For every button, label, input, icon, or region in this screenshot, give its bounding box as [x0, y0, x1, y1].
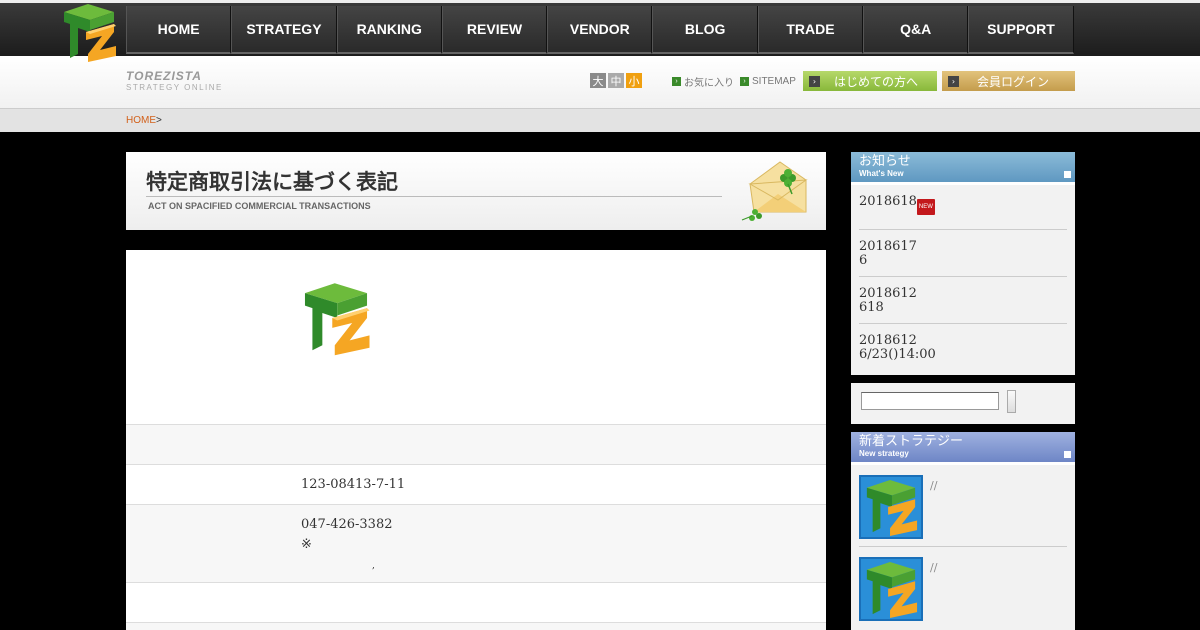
sitemap-link[interactable]: › SITEMAP	[740, 74, 796, 89]
news-item[interactable]: 2018617 6	[859, 230, 1067, 277]
favorites-label: お気に入り	[684, 78, 734, 89]
top-nav-bar: HOME STRATEGY RANKING REVIEW VENDOR BLOG…	[0, 0, 1200, 56]
news-header: お知らせ What's New	[851, 152, 1075, 185]
new-strategy-panel: 新着ストラテジー New strategy // //	[851, 432, 1075, 630]
new-strategy-subtitle: New strategy	[859, 449, 909, 458]
page-title: 特定商取引法に基づく表記	[146, 170, 398, 194]
nav-review[interactable]: REVIEW	[441, 6, 548, 54]
first-time-button[interactable]: › はじめての方へ	[803, 71, 937, 91]
news-date: 2018612	[859, 333, 917, 348]
font-size-small-button[interactable]: 小	[626, 73, 642, 88]
envelope-clover-icon	[741, 161, 808, 221]
breadcrumb: HOME>	[126, 115, 162, 126]
news-text: 6	[859, 253, 868, 268]
search-panel	[851, 383, 1075, 424]
arrow-right-icon: ›	[948, 75, 959, 87]
main-nav: HOME STRATEGY RANKING REVIEW VENDOR BLOG…	[126, 6, 1074, 56]
site-logo[interactable]	[60, 2, 118, 62]
news-subtitle: What's New	[859, 169, 904, 178]
utility-links: › お気に入り › SITEMAP	[672, 74, 796, 89]
title-divider	[146, 196, 722, 197]
new-strategy-header: 新着ストラテジー New strategy	[851, 432, 1075, 465]
sitemap-label: SITEMAP	[752, 76, 796, 87]
page-subtitle: ACT ON SPACIFIED COMMERCIAL TRANSACTIONS	[148, 201, 371, 211]
nav-ranking[interactable]: RANKING	[336, 6, 442, 54]
news-item[interactable]: 2018618 NEW	[859, 185, 1067, 230]
search-input[interactable]	[861, 392, 999, 410]
member-login-label: 会員ログイン	[977, 74, 1050, 89]
detail-value-phone: 047-426-3382	[301, 517, 393, 532]
news-date: 2018617	[859, 239, 917, 254]
strategy-thumbnail[interactable]	[859, 475, 923, 539]
nav-vendor[interactable]: VENDOR	[547, 6, 653, 54]
detail-row-5	[126, 622, 826, 630]
breadcrumb-bar: HOME>	[0, 108, 1200, 132]
arrow-right-icon: ›	[740, 77, 749, 86]
favorites-link[interactable]: › お気に入り	[672, 74, 734, 89]
arrow-right-icon: ›	[672, 77, 681, 86]
news-title: お知らせ	[859, 154, 911, 169]
new-badge: NEW	[916, 199, 935, 215]
news-date: 2018612	[859, 286, 917, 301]
news-text: 618	[859, 300, 884, 315]
nav-qa[interactable]: Q&A	[863, 6, 969, 54]
main-content: 123-08413-7-11 047-426-3382 ※ ,	[126, 250, 826, 630]
member-login-button[interactable]: › 会員ログイン	[942, 71, 1075, 91]
nav-strategy[interactable]: STRATEGY	[231, 6, 337, 54]
font-size-switcher: 大 中 小	[590, 73, 642, 88]
page-title-banner: 特定商取引法に基づく表記 ACT ON SPACIFIED COMMERCIAL…	[126, 152, 826, 230]
search-button[interactable]	[1007, 390, 1016, 413]
strategy-meta: //	[930, 479, 938, 492]
news-item[interactable]: 2018612 6/23()14:00	[859, 324, 1067, 370]
first-time-label: はじめての方へ	[834, 74, 919, 89]
detail-row-3: 047-426-3382 ※ ,	[126, 504, 826, 582]
brand[interactable]: TOREZISTA STRATEGY ONLINE	[126, 69, 223, 92]
detail-note-text: ,	[372, 561, 375, 571]
detail-note-mark: ※	[301, 537, 312, 552]
new-strategy-title: 新着ストラテジー	[859, 434, 964, 449]
detail-value-address: 123-08413-7-11	[301, 477, 406, 492]
font-size-large-button[interactable]: 大	[590, 73, 606, 88]
news-date: 2018618	[859, 194, 917, 209]
font-size-medium-button[interactable]: 中	[608, 73, 624, 88]
news-item[interactable]: 2018612 618	[859, 277, 1067, 324]
breadcrumb-separator: >	[156, 115, 162, 126]
square-icon	[1064, 171, 1071, 178]
brand-name: TOREZISTA	[126, 69, 202, 83]
news-text: 6/23()14:00	[859, 347, 936, 362]
strategy-logo-icon	[866, 561, 918, 618]
breadcrumb-home-link[interactable]: HOME	[126, 115, 156, 126]
nav-trade[interactable]: TRADE	[757, 6, 864, 54]
strategy-item[interactable]: //	[851, 465, 1075, 546]
detail-row-4	[126, 582, 826, 622]
strategy-meta: //	[930, 561, 938, 574]
news-panel: お知らせ What's New 2018618 NEW 2018617 6 201…	[851, 152, 1075, 375]
strategy-item[interactable]: //	[859, 546, 1067, 627]
arrow-right-icon: ›	[809, 75, 820, 87]
strategy-logo-icon	[866, 479, 918, 536]
detail-row-1	[126, 424, 826, 464]
news-list: 2018618 NEW 2018617 6 2018612 618 2018612…	[851, 185, 1075, 370]
brand-tagline: STRATEGY ONLINE	[126, 83, 223, 92]
strategy-thumbnail[interactable]	[859, 557, 923, 621]
company-logo	[304, 283, 370, 356]
detail-row-2: 123-08413-7-11	[126, 464, 826, 504]
sub-header: TOREZISTA STRATEGY ONLINE 大 中 小 › お気に入り ›…	[0, 56, 1200, 108]
nav-blog[interactable]: BLOG	[652, 6, 758, 54]
nav-home[interactable]: HOME	[126, 6, 232, 54]
nav-support[interactable]: SUPPORT	[968, 6, 1074, 54]
square-icon	[1064, 451, 1071, 458]
